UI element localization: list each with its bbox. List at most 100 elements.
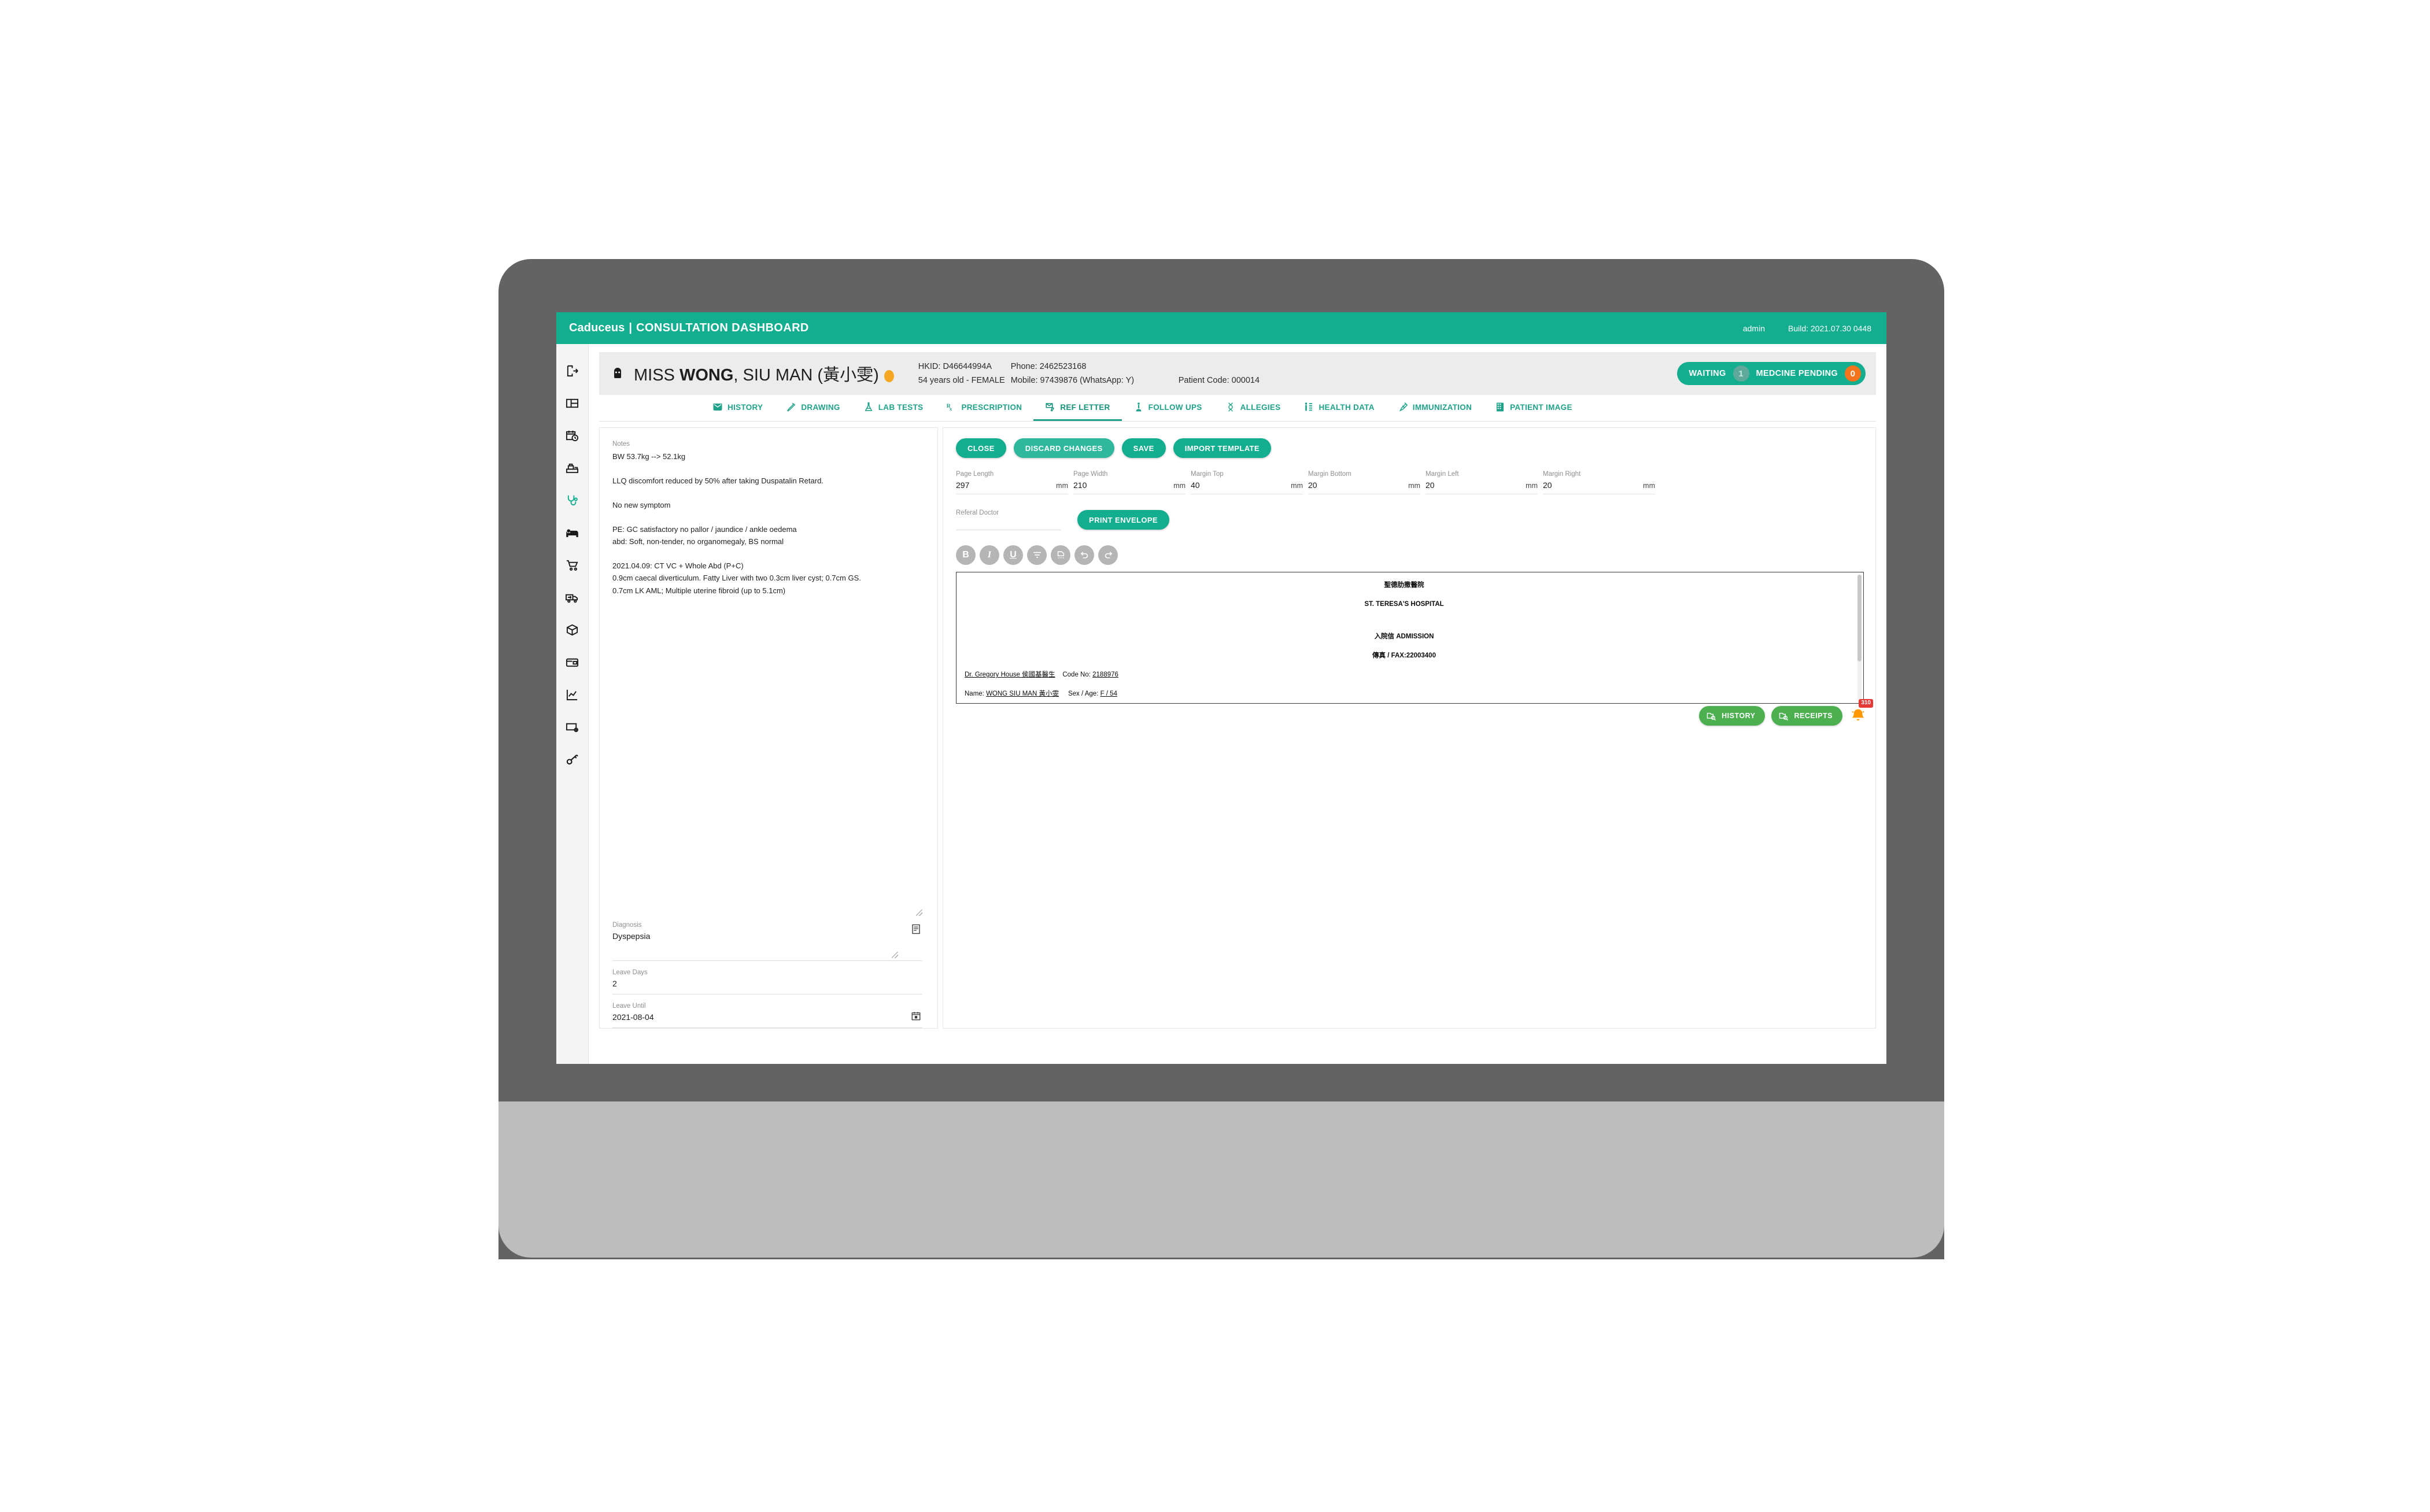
patient-meta: HKID: D46644994A Phone: 2462523168 54 ye… — [918, 362, 1260, 385]
status-badge-group[interactable]: WAITING 1 MEDCINE PENDING 0 — [1677, 362, 1866, 385]
bold-icon[interactable]: B — [956, 545, 976, 565]
sidebar-item-consultation[interactable] — [556, 484, 589, 516]
brand-name: Caduceus — [569, 321, 625, 334]
tab-health-data[interactable]: HEALTH DATA — [1292, 395, 1386, 421]
sidebar-item-reports[interactable] — [556, 678, 589, 711]
tab-history[interactable]: HISTORY — [701, 395, 774, 421]
svg-text:x: x — [950, 406, 952, 412]
editor-scrollbar-thumb[interactable] — [1857, 575, 1862, 661]
rich-text-toolbar: B I U — [956, 545, 1864, 565]
patient-age-sex: 54 years old - FEMALE — [918, 376, 1005, 385]
notifications-bell[interactable]: 310 — [1849, 699, 1873, 727]
print-envelope-button[interactable]: PRINT ENVELOPE — [1077, 510, 1170, 530]
page-width-field[interactable]: Page Width 210 mm — [1073, 471, 1186, 494]
sidebar-item-delivery[interactable] — [556, 581, 589, 613]
margin-top-field[interactable]: Margin Top 40 mm — [1191, 471, 1303, 494]
notes-resize-handle[interactable] — [612, 910, 922, 916]
resize-grip-icon — [916, 910, 922, 916]
italic-icon[interactable]: I — [980, 545, 999, 565]
redo-icon[interactable] — [1098, 545, 1118, 565]
sidebar-item-settings[interactable] — [556, 711, 589, 743]
margin-left-label: Margin Left — [1425, 471, 1459, 478]
header-right: admin Build: 2021.07.30 0448 — [1743, 324, 1871, 333]
sidebar-item-inventory[interactable] — [556, 613, 589, 646]
tab-label: IMMUNIZATION — [1412, 402, 1472, 412]
save-button[interactable]: SAVE — [1121, 438, 1166, 458]
tab-patient-image[interactable]: PATIENT IMAGE — [1483, 395, 1584, 421]
sidebar-item-purchase[interactable] — [556, 549, 589, 581]
name-value: WONG SIU MAN 黃小雯 — [986, 690, 1059, 698]
tab-drawing[interactable]: DRAWING — [774, 395, 851, 421]
diagnosis-value: Dyspepsia — [612, 931, 651, 941]
gender-indicator-dot — [884, 369, 894, 382]
document-list-icon — [912, 924, 920, 934]
diagnosis-picker-button[interactable] — [911, 924, 921, 937]
medicine-pending-label: MEDCINE PENDING — [1756, 369, 1838, 378]
app-screen: Caduceus | CONSULTATION DASHBOARD admin … — [556, 312, 1886, 1064]
margin-left-field[interactable]: Margin Left 20 mm — [1425, 471, 1538, 494]
margin-left-unit: mm — [1526, 482, 1538, 490]
tab-follow-ups[interactable]: FOLLOW UPS — [1122, 395, 1214, 421]
prescription-icon: Rx — [947, 403, 952, 412]
margin-bottom-field[interactable]: Margin Bottom 20 mm — [1308, 471, 1420, 494]
sidebar-item-logout[interactable] — [556, 354, 589, 387]
leave-days-field[interactable]: Leave Days 2 — [612, 969, 922, 995]
waiting-label: WAITING — [1689, 369, 1726, 378]
doc-spacer — [965, 679, 1844, 689]
current-user[interactable]: admin — [1743, 324, 1765, 333]
margin-right-field[interactable]: Margin Right 20 mm — [1543, 471, 1655, 494]
health-data-icon — [1305, 402, 1313, 411]
allegies-icon — [1228, 402, 1233, 412]
sexage-value: F / 54 — [1100, 690, 1117, 698]
doc-spacer — [965, 699, 1844, 703]
underline-glyph: U — [1010, 550, 1017, 560]
notes-label: Notes — [612, 441, 630, 448]
tab-ref-letter[interactable]: REF LETTER — [1033, 395, 1122, 421]
brand-separator: | — [629, 321, 632, 334]
tablet-mockup: Caduceus | CONSULTATION DASHBOARD admin … — [0, 0, 2430, 1512]
referal-doctor-field[interactable]: Referal Doctor — [956, 509, 1061, 530]
leave-until-field[interactable]: Leave Until 2021-08-04 — [612, 1003, 922, 1028]
dashboard-icon — [566, 398, 579, 408]
tab-label: HEALTH DATA — [1319, 402, 1375, 412]
floating-action-buttons: HISTORY RECEIPTS 310 — [1699, 699, 1873, 727]
page-length-field[interactable]: Page Length 297 mm — [956, 471, 1068, 494]
import-template-button[interactable]: IMPORT TEMPLATE — [1173, 438, 1271, 458]
close-button[interactable]: CLOSE — [956, 438, 1006, 458]
notes-textarea[interactable]: BW 53.7kg --> 52.1kg LLQ discomfort redu… — [612, 450, 922, 910]
leave-until-datepicker-button[interactable] — [911, 1011, 921, 1024]
sidebar-item-admin[interactable] — [556, 743, 589, 775]
diagnosis-resize-grip-icon[interactable] — [892, 952, 898, 958]
tab-prescription[interactable]: Rx PRESCRIPTION — [935, 395, 1033, 421]
tab-label: ALLEGIES — [1240, 402, 1281, 412]
sidebar-item-accounts[interactable] — [556, 646, 589, 678]
referal-doctor-label: Referal Doctor — [956, 509, 999, 516]
margin-right-unit: mm — [1643, 482, 1655, 490]
underline-icon[interactable]: U — [1003, 545, 1023, 565]
undo-glyph — [1080, 551, 1088, 559]
sidebar-item-dashboard[interactable] — [556, 387, 589, 419]
tab-label: LAB TESTS — [878, 402, 924, 412]
sidebar-item-ward[interactable] — [556, 516, 589, 549]
patient-name-line: Name: WONG SIU MAN 黃小雯 Sex / Age: F / 54 — [965, 689, 1844, 698]
tab-lab-tests[interactable]: LAB TESTS — [852, 395, 935, 421]
undo-icon[interactable] — [1074, 545, 1094, 565]
tab-allegies[interactable]: ALLEGIES — [1214, 395, 1292, 421]
monitor-settings-icon — [566, 723, 579, 732]
diagnosis-field[interactable]: Diagnosis Dyspepsia — [612, 922, 922, 961]
drawing-icon — [787, 402, 796, 412]
discard-changes-button[interactable]: DISCARD CHANGES — [1013, 438, 1114, 458]
history-button[interactable]: HISTORY — [1699, 706, 1766, 726]
receipts-button[interactable]: RECEIPTS — [1771, 706, 1842, 726]
margin-bottom-label: Margin Bottom — [1308, 471, 1351, 478]
referral-letter-editor[interactable]: 聖德肋撒醫院 ST. TERESA'S HOSPITAL 入院信 ADMISSI… — [956, 572, 1864, 704]
sidebar-item-cash-register[interactable] — [556, 452, 589, 484]
sidebar-item-appointments[interactable] — [556, 419, 589, 452]
align-center-icon[interactable] — [1027, 545, 1047, 565]
calendar-icon — [911, 1012, 921, 1021]
page-break-icon[interactable] — [1051, 545, 1070, 565]
doc-spacer — [965, 660, 1844, 670]
page-length-value: 297 — [956, 480, 970, 490]
tab-immunization[interactable]: IMMUNIZATION — [1386, 395, 1483, 421]
doc-spacer — [965, 590, 1844, 600]
